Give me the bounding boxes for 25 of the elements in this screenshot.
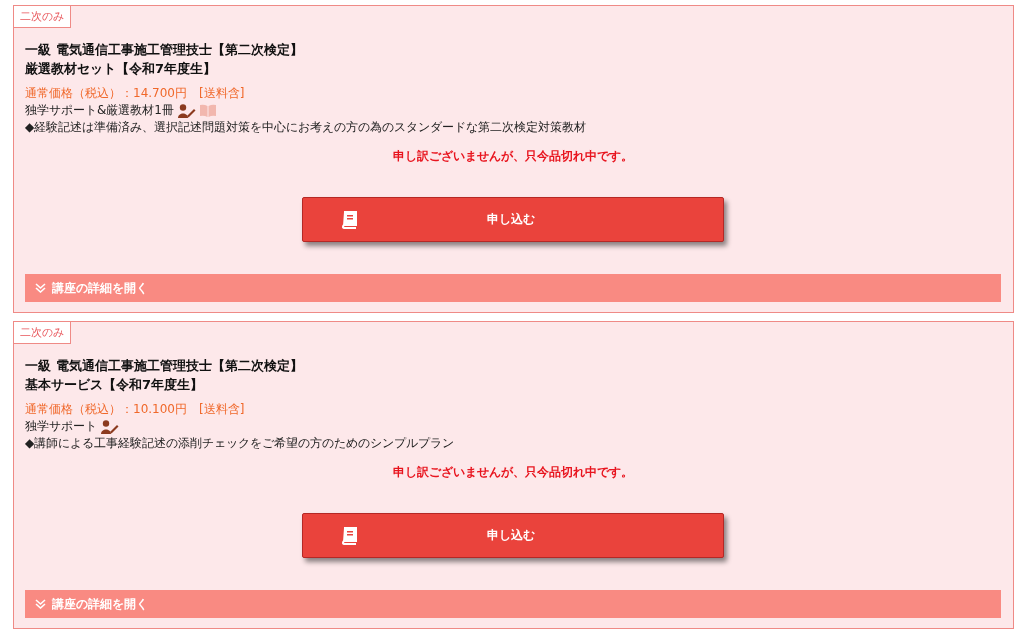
apply-button[interactable]: 申し込む [302,513,724,558]
support-text: 独学サポート [25,418,97,435]
details-toggle[interactable]: 講座の詳細を開く [25,590,1001,618]
description-text: ◆経験記述は準備済み、選択記述問題対策を中心にお考えの方の為のスタンダードな第二次検定対策教材 [25,119,587,136]
book-icon [341,210,357,229]
teacher-icon [178,103,196,118]
price-text: 通常価格（税込）：14.700円 [送料含] [25,85,246,102]
sold-out-notice: 申し訳ございませんが、只今品切れ中です。 [392,464,634,481]
book-icon [341,526,357,545]
support-text: 独学サポート&厳選教材1冊 [25,102,174,119]
course-title: 厳選教材セット【令和7年度生】 [25,60,218,78]
description-text: ◆講師による工事経験記述の添削チェックをご希望の方のためのシンプルプラン [25,435,455,452]
book-icon [200,104,216,117]
price-text: 通常価格（税込）：10.100円 [送料含] [25,401,246,418]
course-title: 一級 電気通信工事施工管理技士【第二次検定】 [25,41,304,59]
teacher-icon [101,419,119,434]
apply-button[interactable]: 申し込む [302,197,724,242]
chevron-down-icon [35,599,46,609]
details-toggle[interactable]: 講座の詳細を開く [25,274,1001,302]
course-title: 一級 電気通信工事施工管理技士【第二次検定】 [25,357,304,375]
category-tag: 二次のみ [14,6,71,28]
chevron-down-icon [35,283,46,293]
category-tag: 二次のみ [14,322,71,344]
sold-out-notice: 申し訳ございませんが、只今品切れ中です。 [392,148,634,165]
course-title: 基本サービス【令和7年度生】 [25,376,205,394]
